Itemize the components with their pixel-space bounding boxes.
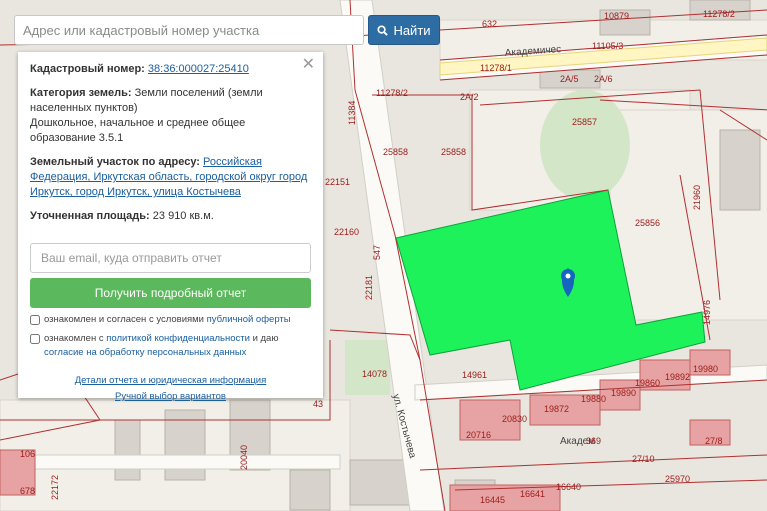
consent-privacy-text: ознакомлен с политикой конфиденциальност…	[44, 332, 311, 360]
parcel-number: 25970	[665, 474, 690, 484]
parcel-number: 27/8	[705, 436, 723, 446]
category-row: Категория земель: Земли поселений (земли…	[30, 86, 311, 146]
parcel-number: 20040	[239, 445, 249, 470]
parcel-number: 21960	[692, 185, 702, 210]
search-input[interactable]	[15, 16, 363, 44]
parcel-number: 20716	[466, 430, 491, 440]
parcel-number: 22151	[325, 177, 350, 187]
parcel-number: 2А/6	[594, 74, 613, 84]
parcel-number: 16640	[556, 482, 581, 492]
parcel-number: 27/10	[632, 454, 655, 464]
consent-offer-label: ознакомлен и согласен с условиями	[44, 314, 204, 325]
search-box	[14, 15, 364, 45]
privacy-policy-link[interactable]: политикой конфиденциальности	[106, 333, 250, 344]
personal-data-link[interactable]: согласие на обработку персональных данны…	[44, 347, 246, 358]
parcel-number: 16641	[520, 489, 545, 499]
consent-privacy-label-2: и даю	[252, 333, 279, 344]
parcel-number: 22160	[334, 227, 359, 237]
parcel-number: 678	[20, 486, 35, 496]
parcel-number: 11105/3	[592, 41, 623, 51]
parcel-number: 25856	[635, 218, 660, 228]
search-icon	[377, 24, 389, 36]
address-row: Земельный участок по адресу: Российская …	[30, 155, 311, 200]
parcel-number: 22172	[50, 475, 60, 500]
parcel-number: 25857	[572, 117, 597, 127]
email-field[interactable]	[30, 243, 311, 273]
parcel-number: 14961	[462, 370, 487, 380]
cadastral-row: Кадастровый номер: 38:36:000027:25410	[30, 62, 311, 77]
get-report-button[interactable]: Получить подробный отчет	[30, 278, 311, 308]
search-button-label: Найти	[393, 22, 431, 38]
area-label: Уточненная площадь:	[30, 210, 150, 222]
public-offer-link[interactable]: публичной оферты	[207, 314, 291, 325]
address-label: Земельный участок по адресу:	[30, 156, 200, 168]
parcel-number: 11278/2	[703, 9, 735, 19]
consent-offer-row: ознакомлен и согласен с условиями публич…	[30, 313, 311, 327]
parcel-number: 19892	[665, 372, 690, 382]
parcel-number: 369	[586, 436, 601, 446]
parcel-number: 11384	[347, 101, 357, 125]
parcel-number: 14976	[702, 300, 712, 325]
area-row: Уточненная площадь: 23 910 кв.м.	[30, 209, 311, 224]
footer-links: Детали отчета и юридическая информация Р…	[30, 374, 311, 404]
parcel-number: 2А/5	[560, 74, 579, 84]
consent-offer-checkbox[interactable]	[30, 315, 40, 325]
parcel-number: 43	[313, 399, 323, 409]
parcel-number: 11278/1	[480, 63, 512, 73]
parcel-number: 25858	[383, 147, 408, 157]
report-details-link[interactable]: Детали отчета и юридическая информация	[75, 375, 267, 386]
parcel-number: 11278/2	[376, 88, 408, 98]
parcel-number: 19860	[635, 378, 660, 388]
parcel-number: 632	[482, 19, 497, 29]
search-button[interactable]: Найти	[368, 15, 440, 45]
parcel-number: 22181	[364, 275, 374, 300]
parcel-number: 19872	[544, 404, 569, 414]
consent-privacy-checkbox[interactable]	[30, 334, 40, 344]
category-use: Дошкольное, начальное и среднее общее об…	[30, 117, 246, 144]
close-icon[interactable]: ✕	[302, 54, 315, 74]
parcel-number: 25858	[441, 147, 466, 157]
consent-privacy-label: ознакомлен с	[44, 333, 104, 344]
parcel-number: 10879	[604, 11, 629, 21]
parcel-number: 16445	[480, 495, 505, 505]
parcel-number: 19980	[693, 364, 718, 374]
area-value: 23 910 кв.м.	[152, 210, 214, 222]
cadastral-label: Кадастровый номер:	[30, 63, 145, 75]
parcel-number: 2А/2	[460, 92, 479, 102]
parcel-info-panel: ✕ Кадастровый номер: 38:36:000027:25410 …	[18, 52, 323, 402]
parcel-number: 19890	[611, 388, 636, 398]
parcel-number: 20830	[502, 414, 527, 424]
consent-privacy-row: ознакомлен с политикой конфиденциальност…	[30, 332, 311, 360]
parcel-number: 14078	[362, 369, 387, 379]
category-label: Категория земель:	[30, 87, 132, 99]
consent-offer-text: ознакомлен и согласен с условиями публич…	[44, 313, 291, 327]
parcel-number: 106	[20, 449, 35, 459]
parcel-number: 19880	[581, 394, 606, 404]
cadastral-number-link[interactable]: 38:36:000027:25410	[148, 63, 249, 75]
parcel-number: 547	[372, 245, 382, 260]
manual-selection-link[interactable]: Ручной выбор вариантов	[115, 391, 226, 402]
